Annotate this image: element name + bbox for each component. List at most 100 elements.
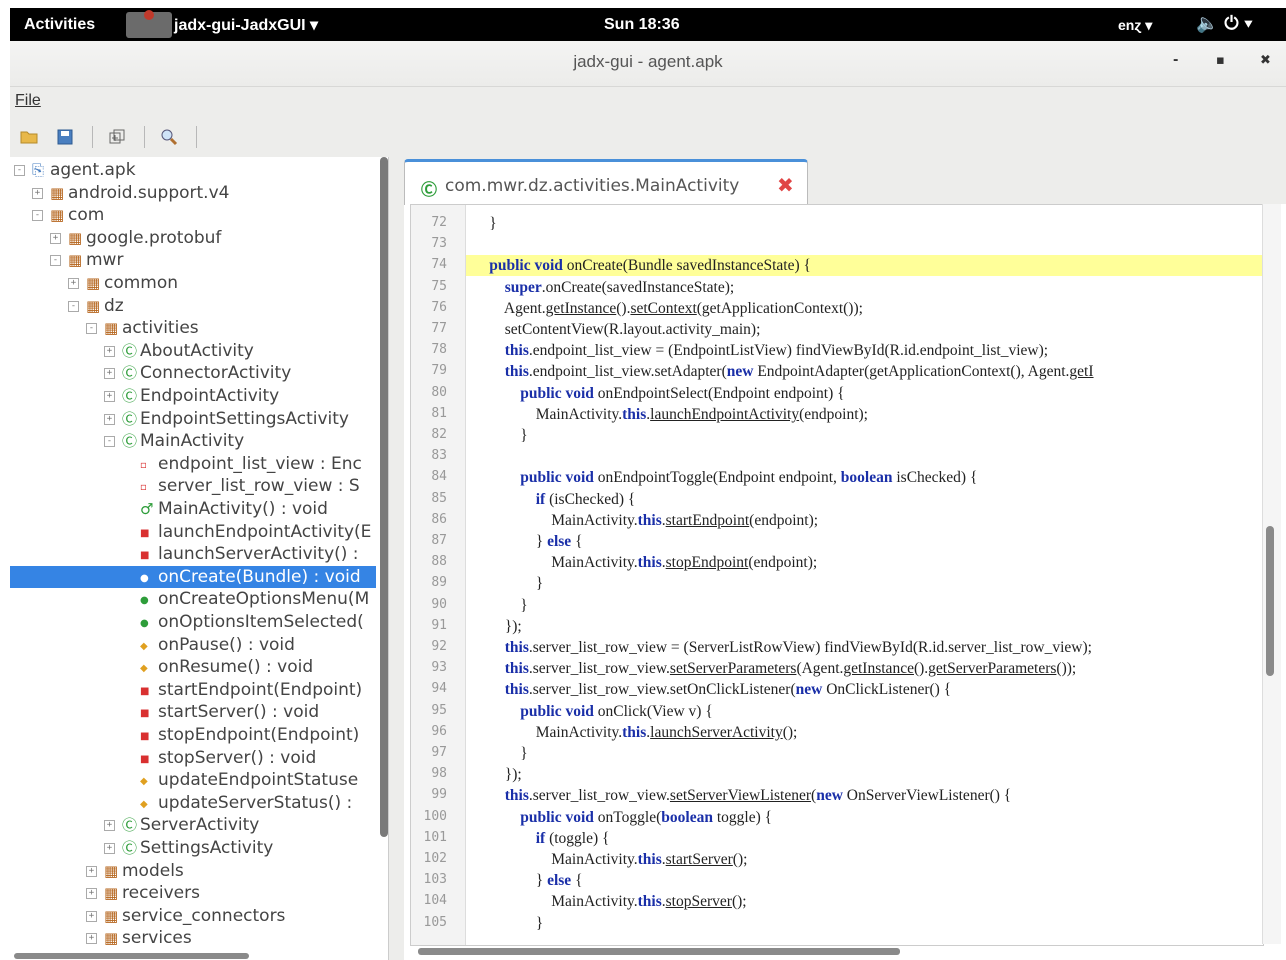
- expand-icon[interactable]: +: [32, 187, 43, 199]
- tree-node[interactable]: + Ⓒ AboutActivity: [10, 340, 376, 362]
- expand-icon[interactable]: +: [104, 391, 115, 402]
- code-method-link[interactable]: stopEndpoint: [666, 554, 749, 571]
- code-line[interactable]: }: [466, 573, 1263, 594]
- code-line[interactable]: MainActivity.this.launchServerActivity()…: [466, 722, 1263, 743]
- code-method-link[interactable]: setServerViewListener: [670, 787, 811, 804]
- close-button[interactable]: ✖: [1260, 53, 1271, 68]
- expand-icon[interactable]: +: [86, 910, 97, 922]
- tree-node[interactable]: - ▦ com: [10, 204, 376, 226]
- tree-node[interactable]: - ⎘ agent.apk: [10, 159, 376, 181]
- power-icon[interactable]: ⏻▾: [1224, 13, 1258, 33]
- tree-node[interactable]: ▫ endpoint_list_view : Enc: [10, 453, 376, 475]
- tree-node[interactable]: ◆ onPause() : void: [10, 634, 376, 656]
- project-tree[interactable]: + ▦ services + ▦ service_connectors + ▦ receiver…: [10, 157, 389, 960]
- code-line[interactable]: });: [466, 764, 1263, 785]
- code-line[interactable]: public void onEndpointToggle(Endpoint en…: [466, 467, 1263, 488]
- app-menu[interactable]: jadx-gui-JadxGUI ▾: [126, 10, 318, 39]
- system-tray[interactable]: 🔈⏻▾: [1196, 13, 1258, 34]
- code-line[interactable]: if (toggle) {: [466, 828, 1263, 849]
- tree-node[interactable]: ● onOptionsItemSelected(: [10, 611, 376, 633]
- tree-node[interactable]: ♂ MainActivity() : void: [10, 498, 376, 520]
- tree-node[interactable]: ■ stopServer() : void: [10, 747, 376, 769]
- expand-icon[interactable]: +: [104, 820, 115, 832]
- code-line[interactable]: [466, 446, 1263, 467]
- code-method-link[interactable]: launchEndpointActivity: [650, 406, 799, 423]
- tree-node[interactable]: - ▦ dz: [10, 295, 376, 317]
- code-line[interactable]: } else {: [466, 870, 1263, 891]
- code-method-link[interactable]: getInstance: [843, 660, 914, 677]
- editor-vertical-scrollbar[interactable]: [1266, 526, 1274, 676]
- volume-icon[interactable]: 🔈: [1196, 13, 1224, 33]
- code-method-link[interactable]: startServer: [666, 851, 733, 868]
- tree-node[interactable]: + ▦ android.support.v4: [10, 182, 376, 204]
- code-line[interactable]: }: [466, 913, 1263, 934]
- tree-node[interactable]: + Ⓒ EndpointSettingsActivity: [10, 408, 376, 430]
- tree-node[interactable]: + ▦ models: [10, 860, 376, 882]
- expand-icon[interactable]: +: [104, 413, 115, 425]
- tree-node[interactable]: ■ launchServerActivity() :: [10, 543, 376, 565]
- code-method-link[interactable]: setServerParameters: [670, 660, 797, 677]
- save-icon[interactable]: [56, 128, 74, 146]
- expand-icon[interactable]: +: [104, 843, 115, 854]
- tree-node[interactable]: - ▦ mwr: [10, 249, 376, 271]
- tree-node[interactable]: ■ startServer() : void: [10, 701, 376, 723]
- code-line[interactable]: MainActivity.this.stopEndpoint(endpoint)…: [466, 552, 1263, 573]
- collapse-icon[interactable]: -: [68, 300, 79, 312]
- activities-button[interactable]: Activities: [24, 16, 95, 34]
- expand-icon[interactable]: +: [86, 865, 97, 877]
- code-line[interactable]: this.server_list_row_view = (ServerListR…: [466, 637, 1263, 658]
- search-icon[interactable]: [160, 128, 178, 146]
- sync-icon[interactable]: [108, 128, 126, 146]
- panel-splitter[interactable]: [389, 157, 404, 960]
- tree-node[interactable]: + ▦ common: [10, 272, 376, 294]
- code-line[interactable]: super.onCreate(savedInstanceState);: [466, 277, 1263, 298]
- expand-icon[interactable]: +: [86, 933, 97, 945]
- collapse-icon[interactable]: -: [104, 436, 115, 448]
- tab-mainactivity[interactable]: Ⓒ com.mwr.dz.activities.MainActivity ✖: [404, 159, 808, 205]
- tree-node[interactable]: ■ startEndpoint(Endpoint): [10, 679, 376, 701]
- tree-node[interactable]: + Ⓒ ConnectorActivity: [10, 362, 376, 384]
- code-method-link[interactable]: setContext: [630, 300, 696, 317]
- close-tab-icon[interactable]: ✖: [777, 173, 794, 197]
- tree-node[interactable]: + ▦ google.protobuf: [10, 227, 376, 249]
- tree-node[interactable]: + Ⓒ SettingsActivity: [10, 837, 376, 859]
- code-method-link[interactable]: getInstance: [546, 300, 617, 317]
- code-line[interactable]: this.server_list_row_view.setOnClickList…: [466, 679, 1263, 700]
- tree-node[interactable]: - ▦ activities: [10, 317, 376, 339]
- tree-node[interactable]: + ▦ services: [10, 927, 376, 949]
- code-line[interactable]: MainActivity.this.startServer();: [466, 849, 1263, 870]
- tree-node[interactable]: ◆ onResume() : void: [10, 656, 376, 678]
- collapse-icon[interactable]: -: [50, 255, 61, 267]
- code-line[interactable]: [466, 234, 1263, 255]
- code-line[interactable]: }: [466, 595, 1263, 616]
- tree-node[interactable]: ■ launchEndpointActivity(E: [10, 521, 376, 543]
- expand-icon[interactable]: +: [68, 278, 79, 289]
- tree-node[interactable]: ▫ server_list_row_view : S: [10, 475, 376, 497]
- code-line[interactable]: MainActivity.this.startEndpoint(endpoint…: [466, 510, 1263, 531]
- code-method-link[interactable]: stopServer: [666, 893, 732, 910]
- tree-node[interactable]: ◆ updateServerStatus() :: [10, 792, 376, 814]
- code-line[interactable]: public void onEndpointSelect(Endpoint en…: [466, 383, 1263, 404]
- code-line[interactable]: }: [466, 743, 1263, 764]
- code-method-link[interactable]: getServerParameters: [928, 660, 1056, 677]
- code-line[interactable]: }: [466, 425, 1263, 446]
- expand-icon[interactable]: +: [104, 345, 115, 357]
- tree-node[interactable]: + ▦ receivers: [10, 882, 376, 904]
- tree-node[interactable]: + ▦ service_connectors: [10, 905, 376, 927]
- maximize-button[interactable]: ▪: [1216, 53, 1225, 68]
- code-line[interactable]: Agent.getInstance().setContext(getApplic…: [466, 298, 1263, 319]
- tree-node[interactable]: ◆ updateEndpointStatuse: [10, 769, 376, 791]
- tree-node[interactable]: + Ⓒ ServerActivity: [10, 814, 376, 836]
- code-line[interactable]: this.server_list_row_view.setServerParam…: [466, 658, 1263, 679]
- open-folder-icon[interactable]: [20, 128, 38, 146]
- language-menu[interactable]: enɀ ▾: [1118, 17, 1152, 34]
- tree-node[interactable]: ● onCreateOptionsMenu(M: [10, 588, 376, 610]
- code-line[interactable]: setContentView(R.layout.activity_main);: [466, 319, 1263, 340]
- tree-horizontal-scrollbar[interactable]: [14, 953, 249, 959]
- code-line[interactable]: MainActivity.this.stopServer();: [466, 891, 1263, 912]
- expand-icon[interactable]: +: [104, 368, 115, 380]
- code-line[interactable]: MainActivity.this.launchEndpointActivity…: [466, 404, 1263, 425]
- clock[interactable]: Sun 18:36: [604, 16, 680, 34]
- code-line[interactable]: this.endpoint_list_view.setAdapter(new E…: [466, 361, 1263, 382]
- code-editor[interactable]: 72 73 74 75 76 77 78 79 80 81 82 83 84 85 86 87 88 89 90 91…: [410, 204, 1264, 946]
